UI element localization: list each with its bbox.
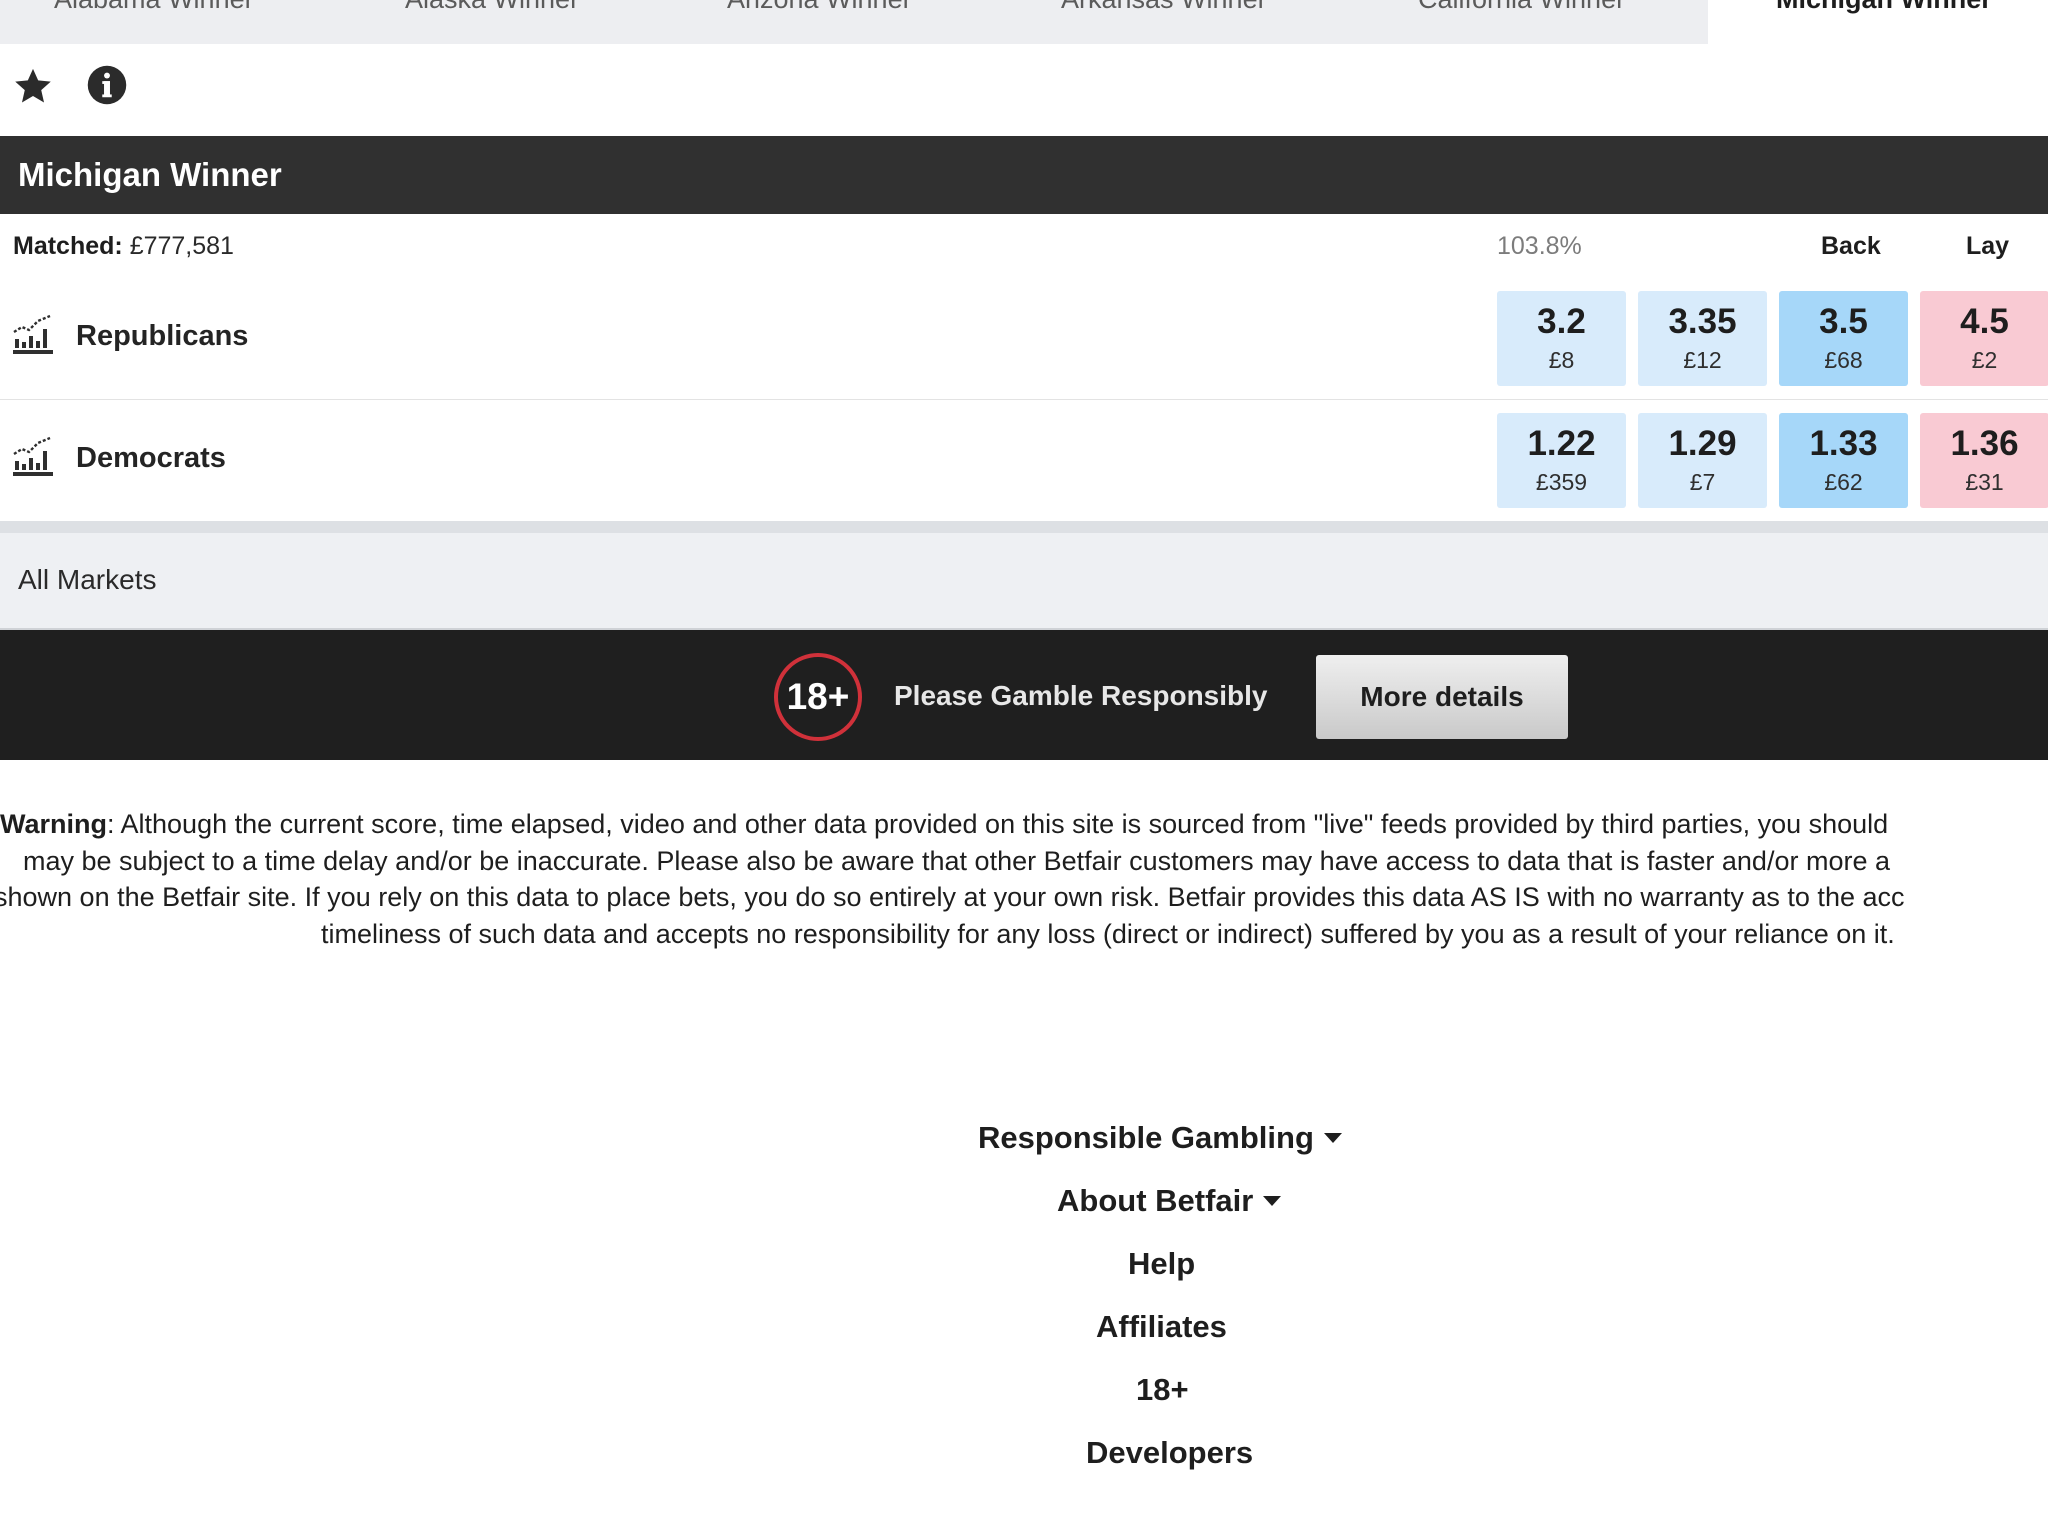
available-amount: £31 <box>1965 469 2004 495</box>
market-title: Michigan Winner <box>18 156 282 193</box>
affiliates-link[interactable]: Affiliates <box>1096 1309 1227 1345</box>
runner-row-democrats: Democrats 1.22 £359 1.29 £7 1.33 £62 1.3… <box>0 400 2048 521</box>
responsible-gambling-link[interactable]: Responsible Gambling <box>978 1120 1342 1156</box>
tab-arizona-winner[interactable]: Arizona Winner <box>727 0 912 15</box>
tab-alabama-winner[interactable]: Alabama Winner <box>54 0 254 15</box>
age-18-link[interactable]: 18+ <box>1136 1372 1189 1408</box>
help-link[interactable]: Help <box>1128 1246 1195 1282</box>
available-amount: £62 <box>1824 469 1863 495</box>
lay-price-cell[interactable]: 1.36 £31 <box>1920 413 2048 508</box>
available-amount: £7 <box>1689 469 1716 495</box>
tab-arkansas-winner[interactable]: Arkansas Winner <box>1061 0 1267 15</box>
odds-value: 1.22 <box>1527 424 1596 463</box>
section-divider <box>0 521 2048 533</box>
gamble-responsibly-text: Please Gamble Responsibly <box>894 680 1268 711</box>
runner-name[interactable]: Republicans <box>76 320 248 353</box>
about-betfair-link[interactable]: About Betfair <box>1057 1183 1282 1219</box>
odds-value: 3.2 <box>1537 302 1586 341</box>
warning-line-text: : Although the current score, time elaps… <box>107 809 1889 839</box>
responsible-gambling-banner: 18+ Please Gamble Responsibly More detai… <box>0 630 2048 760</box>
warning-line: timeliness of such data and accepts no r… <box>321 918 1895 949</box>
matched-value: £777,581 <box>129 232 234 260</box>
chart-icon[interactable] <box>12 436 54 478</box>
available-amount: £359 <box>1535 469 1588 495</box>
back-price-cell[interactable]: 3.35 £12 <box>1638 291 1767 386</box>
age-18-badge: 18+ <box>774 653 862 741</box>
lay-column-header: Lay <box>1966 232 2010 260</box>
market-header: Michigan Winner <box>0 136 2048 214</box>
back-price-cell[interactable]: 1.22 £359 <box>1497 413 1626 508</box>
all-markets-link[interactable]: All Markets <box>18 564 156 596</box>
market-tabs: Alabama Winner Alaska Winner Arizona Win… <box>0 0 2048 44</box>
odds-value: 1.29 <box>1668 424 1737 463</box>
warning-line: Warning: Although the current score, tim… <box>0 806 1888 843</box>
warning-line: may be subject to a time delay and/or be… <box>23 845 1890 876</box>
available-amount: £68 <box>1824 347 1863 373</box>
odds-value: 1.33 <box>1809 424 1878 463</box>
available-amount: £2 <box>1971 347 1998 373</box>
more-details-button[interactable]: More details <box>1316 655 1568 739</box>
odds-value: 4.5 <box>1960 302 2009 341</box>
tab-california-winner[interactable]: California Winner <box>1418 0 1625 15</box>
about-betfair-label: About Betfair <box>1057 1183 1254 1218</box>
warning-label: Warning <box>0 809 107 839</box>
odds-value: 3.5 <box>1819 302 1868 341</box>
available-amount: £12 <box>1683 347 1722 373</box>
info-icon[interactable] <box>86 64 128 106</box>
best-back-price-cell[interactable]: 3.5 £68 <box>1779 291 1908 386</box>
back-price-cell[interactable]: 3.2 £8 <box>1497 291 1626 386</box>
responsible-gambling-label: Responsible Gambling <box>978 1120 1314 1155</box>
tab-alaska-winner[interactable]: Alaska Winner <box>405 0 579 15</box>
best-back-price-cell[interactable]: 1.33 £62 <box>1779 413 1908 508</box>
book-percentage: 103.8% <box>1497 232 1582 260</box>
star-icon[interactable] <box>12 65 54 107</box>
runner-name[interactable]: Democrats <box>76 442 226 475</box>
odds-value: 3.35 <box>1668 302 1737 341</box>
market-actions <box>0 44 2048 136</box>
matched-amount: Matched: £777,581 <box>13 232 234 261</box>
back-column-header: Back <box>1821 232 1881 260</box>
caret-down-icon <box>1323 1132 1342 1143</box>
available-amount: £8 <box>1548 347 1575 373</box>
lay-price-cell[interactable]: 4.5 £2 <box>1920 291 2048 386</box>
all-markets-bar[interactable]: All Markets <box>0 533 2048 630</box>
matched-label: Matched: <box>13 232 123 260</box>
developers-link[interactable]: Developers <box>1086 1435 1253 1471</box>
tab-michigan-winner[interactable]: Michigan Winner <box>1776 0 1992 15</box>
runner-row-republicans: Republicans 3.2 £8 3.35 £12 3.5 £68 4.5 … <box>0 278 2048 401</box>
caret-down-icon <box>1263 1195 1282 1206</box>
chart-icon[interactable] <box>12 314 54 356</box>
warning-line: shown on the Betfair site. If you rely o… <box>0 882 1905 912</box>
odds-value: 1.36 <box>1950 424 2019 463</box>
market-info-row: Matched: £777,581 103.8% Back Lay <box>0 214 2048 278</box>
back-price-cell[interactable]: 1.29 £7 <box>1638 413 1767 508</box>
